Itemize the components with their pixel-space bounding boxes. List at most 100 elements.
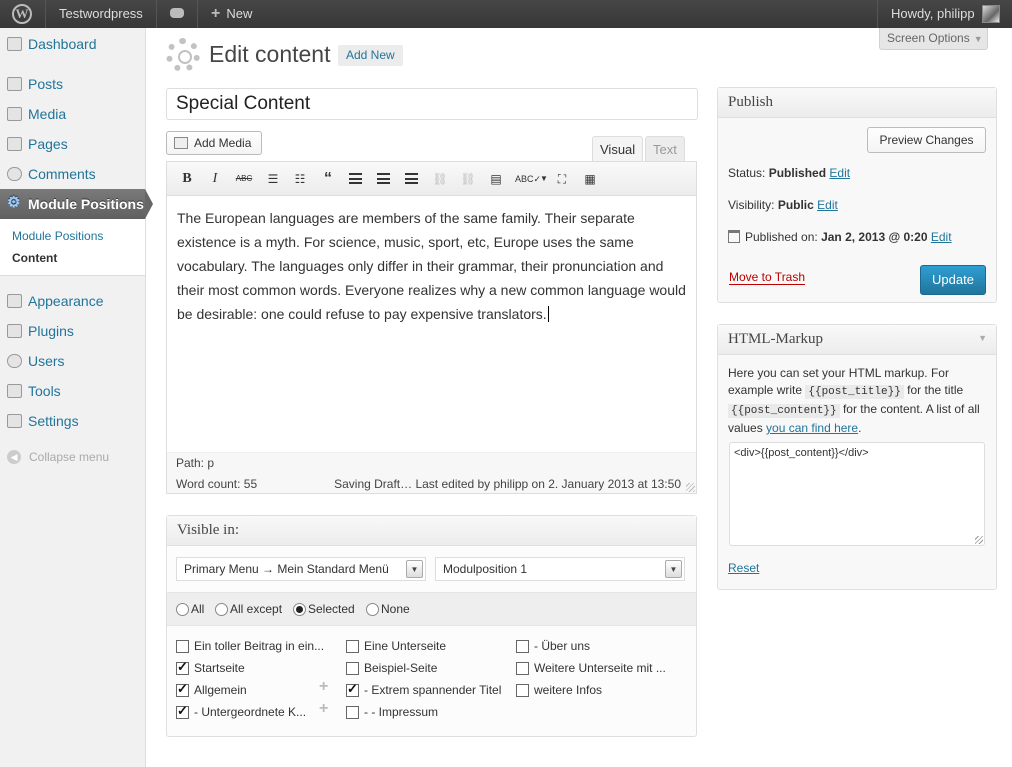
page-checkbox[interactable]: Ein toller Beitrag in ein... (176, 638, 324, 654)
spellcheck-dropdown-icon[interactable]: ▼ (535, 170, 553, 188)
comments-bubble-icon[interactable] (158, 0, 198, 28)
sidebar-item-comments[interactable]: Comments (0, 159, 145, 189)
sidebar-item-label: Users (28, 353, 65, 369)
sidebar-item-pages[interactable]: Pages (0, 129, 145, 159)
expand-plus-icon[interactable]: + (319, 700, 328, 718)
module-position-select[interactable]: Modulposition 1 ▼ (435, 557, 685, 581)
page-checkbox[interactable]: Eine Unterseite (346, 638, 446, 654)
sidebar-item-appearance[interactable]: Appearance (0, 286, 145, 316)
published-label: Published on: (745, 230, 818, 244)
radio-selected[interactable]: Selected (293, 601, 355, 617)
sidebar-item-label: Dashboard (28, 36, 97, 52)
sidebar-item-users[interactable]: Users (0, 346, 145, 376)
sidebar-item-media[interactable]: Media (0, 99, 145, 129)
align-right-button[interactable] (405, 173, 418, 184)
numbered-list-button[interactable]: ☷ (291, 170, 309, 188)
spellcheck-button[interactable]: ABC✓ (515, 170, 541, 188)
comment-icon (7, 167, 22, 181)
radio-all-except[interactable]: All except (215, 601, 282, 617)
page-checkbox[interactable]: Allgemein (176, 681, 247, 698)
update-button[interactable]: Update (920, 265, 986, 295)
fullscreen-button[interactable]: ⛶ (553, 170, 571, 188)
visibility-edit-link[interactable]: Edit (817, 198, 838, 212)
collapse-toggle-icon[interactable]: ▼ (978, 333, 987, 343)
tab-visual[interactable]: Visual (592, 136, 644, 163)
post-title-code: {{post_title}} (805, 385, 904, 399)
account-menu[interactable]: Howdy, philipp (877, 0, 1012, 28)
page-checkbox[interactable]: Weitere Unterseite mit ... (516, 660, 666, 676)
resize-handle[interactable] (686, 483, 695, 492)
link-icon[interactable]: ⛓ (431, 170, 449, 188)
publish-title: Publish (718, 88, 996, 118)
bold-button[interactable]: B (178, 170, 196, 188)
status-edit-link[interactable]: Edit (829, 166, 850, 180)
sidebar-item-label: Tools (28, 383, 61, 399)
pushpin-icon (7, 77, 22, 91)
collapse-menu-label: Collapse menu (29, 450, 110, 464)
collapse-menu-button[interactable]: ◀ Collapse menu (0, 442, 145, 472)
preview-changes-button[interactable]: Preview Changes (867, 127, 986, 153)
editor-toolbar: B I ABC ☰ ☷ “ ⛓ ⛓ ▤ ABC✓ ▼ ⛶ ▦ (167, 162, 696, 196)
blockquote-button[interactable]: “ (319, 170, 337, 188)
screen-options-button[interactable]: Screen Options ▼ (879, 28, 988, 50)
page-checkbox[interactable]: - Über uns (516, 638, 590, 654)
page-checkbox[interactable]: - - Impressum (346, 704, 438, 720)
kitchen-sink-button[interactable]: ▦ (581, 170, 599, 188)
post-title-input[interactable]: Special Content (166, 88, 698, 120)
menu-select[interactable]: Primary Menu → Mein Standard Menü ▼ (176, 557, 426, 581)
sidebar-item-label: Settings (28, 413, 79, 429)
submenu-item-module-positions[interactable]: Module Positions (12, 225, 145, 247)
more-tag-button[interactable]: ▤ (487, 170, 505, 188)
status-value: Published (768, 166, 827, 180)
submenu-item-content[interactable]: Content (12, 247, 145, 269)
unlink-icon[interactable]: ⛓ (459, 170, 477, 188)
plug-icon (7, 324, 22, 338)
menu-select-value: Primary Menu → Mein Standard Menü (184, 562, 389, 576)
new-content-button[interactable]: + New (199, 0, 264, 28)
sidebar-item-tools[interactable]: Tools (0, 376, 145, 406)
sidebar-item-module-positions[interactable]: ⚙ Module Positions (0, 189, 153, 219)
radio-all[interactable]: All (176, 601, 204, 617)
add-media-button[interactable]: Add Media (166, 131, 262, 155)
site-name-link[interactable]: Testwordpress (46, 0, 157, 28)
expand-plus-icon[interactable]: + (319, 678, 328, 696)
published-edit-link[interactable]: Edit (931, 230, 952, 244)
chevron-down-icon: ▼ (973, 34, 983, 44)
radio-none[interactable]: None (366, 601, 410, 617)
page-checkbox[interactable]: Startseite (176, 659, 245, 676)
editor-status-bar: Path: p Word count: 55 Saving Draft… Las… (167, 452, 696, 493)
sidebar-item-settings[interactable]: Settings (0, 406, 145, 436)
html-markup-title: HTML-Markup (718, 325, 996, 355)
html-markup-textarea[interactable]: <div>{{post_content}}</div> (729, 442, 985, 546)
pages-icon (7, 137, 22, 151)
content-editor: B I ABC ☰ ☷ “ ⛓ ⛓ ▤ ABC✓ ▼ ⛶ ▦ The Europ… (166, 161, 697, 494)
page-checkbox[interactable]: Beispiel-Seite (346, 660, 437, 676)
editor-content[interactable]: The European languages are members of th… (177, 206, 689, 326)
wordpress-logo-icon[interactable]: W (0, 0, 46, 28)
move-to-trash-link[interactable]: Move to Trash (729, 270, 806, 285)
align-center-button[interactable] (377, 173, 390, 184)
reset-link[interactable]: Reset (728, 561, 759, 575)
align-left-button[interactable] (349, 173, 362, 184)
sidebar-item-plugins[interactable]: Plugins (0, 316, 145, 346)
html-markup-description: Here you can set your HTML markup. For e… (728, 365, 988, 437)
visibility-radio-group: All All except Selected None (167, 592, 696, 626)
italic-button[interactable]: I (206, 170, 224, 188)
sidebar-item-posts[interactable]: Posts (0, 69, 145, 99)
users-icon (7, 354, 22, 368)
strikethrough-button[interactable]: ABC (235, 170, 253, 188)
tab-text[interactable]: Text (645, 136, 685, 162)
page-checkbox[interactable]: weitere Infos (516, 682, 602, 698)
sidebar-item-dashboard[interactable]: Dashboard (0, 29, 145, 59)
page-checkbox[interactable]: - Untergeordnete K... (176, 703, 306, 720)
chevron-down-icon: ▼ (665, 560, 682, 578)
values-list-link[interactable]: you can find here (766, 421, 858, 435)
bullet-list-button[interactable]: ☰ (264, 170, 282, 188)
visibility-row: Visibility: Public Edit (728, 198, 838, 212)
page-checkbox[interactable]: - Extrem spannender Titel (346, 681, 501, 698)
markup-desc-text: . (858, 421, 862, 435)
page-title: Edit content (209, 41, 331, 67)
visibility-label: Visibility: (728, 198, 775, 212)
add-new-button[interactable]: Add New (338, 45, 403, 66)
calendar-icon (728, 230, 740, 243)
